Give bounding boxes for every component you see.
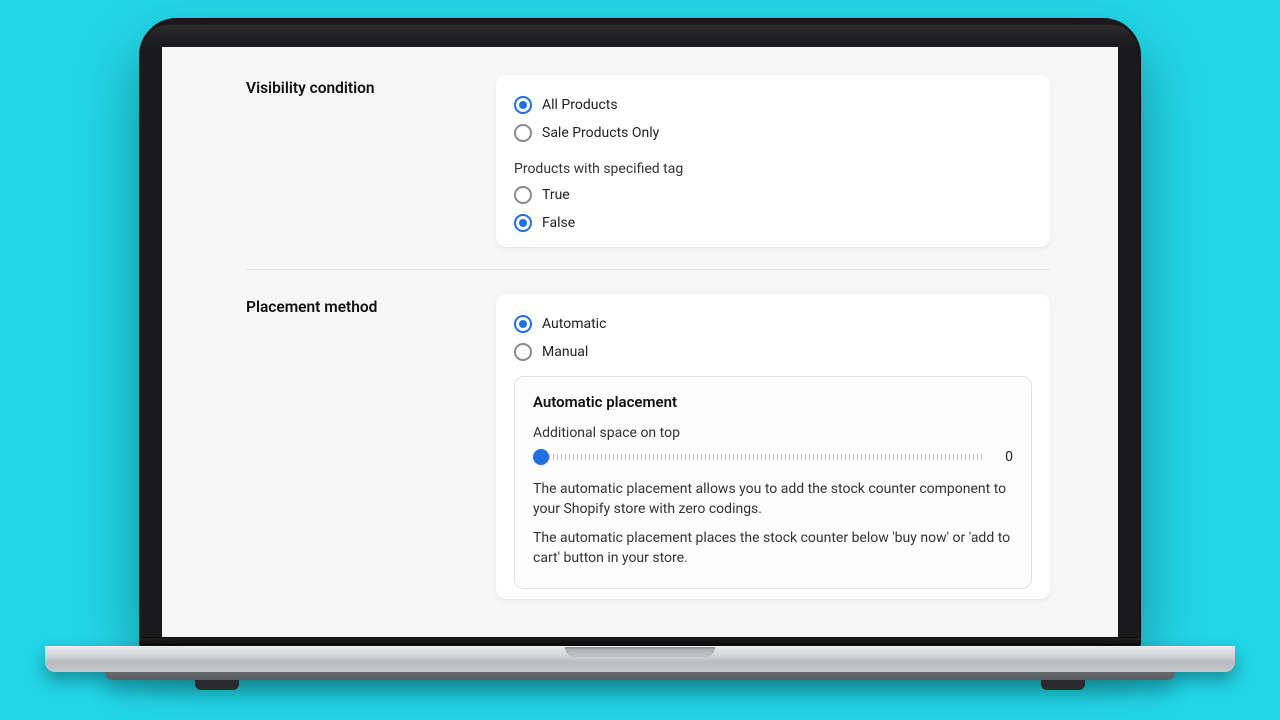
visibility-radio-all-products[interactable]: All Products: [514, 91, 1032, 119]
laptop-base: [45, 646, 1235, 694]
tag-radio-false[interactable]: False: [514, 209, 1032, 237]
base-edge: [105, 672, 1175, 680]
radio-icon: [514, 214, 532, 232]
radio-label: True: [542, 187, 570, 203]
auto-description-2: The automatic placement places the stock…: [533, 528, 1013, 569]
hinge: [139, 638, 1141, 646]
slider-track-icon: [541, 454, 983, 460]
visibility-title: Visibility condition: [246, 75, 496, 97]
automatic-placement-subcard: Automatic placement Additional space on …: [514, 376, 1032, 589]
radio-label: False: [542, 215, 575, 231]
radio-label: Sale Products Only: [542, 125, 659, 141]
screen: Visibility condition All Products Sale P…: [162, 47, 1118, 637]
feet: [45, 680, 1235, 694]
placement-radio-manual[interactable]: Manual: [514, 338, 1032, 366]
tag-subheading: Products with specified tag: [514, 161, 1032, 177]
foot-right-icon: [1041, 680, 1085, 690]
slider-value: 0: [999, 449, 1013, 465]
radio-icon: [514, 315, 532, 333]
placement-title: Placement method: [246, 294, 496, 316]
radio-label: Automatic: [542, 316, 606, 332]
visibility-radio-sale-products-only[interactable]: Sale Products Only: [514, 119, 1032, 147]
base-top: [45, 646, 1235, 672]
laptop-mockup: Visibility condition All Products Sale P…: [139, 18, 1141, 694]
radio-label: All Products: [542, 97, 618, 113]
trackpad-notch-icon: [565, 647, 715, 657]
tag-radio-true[interactable]: True: [514, 181, 1032, 209]
space-slider-row: 0: [533, 449, 1013, 465]
auto-heading: Automatic placement: [533, 393, 1013, 411]
slider-label: Additional space on top: [533, 425, 1013, 441]
auto-description-1: The automatic placement allows you to ad…: [533, 479, 1013, 520]
visibility-section: Visibility condition All Products Sale P…: [246, 75, 1050, 247]
radio-icon: [514, 186, 532, 204]
radio-icon: [514, 124, 532, 142]
foot-left-icon: [195, 680, 239, 690]
slider-thumb-icon: [533, 449, 549, 465]
radio-label: Manual: [542, 344, 588, 360]
placement-card: Automatic Manual Automatic placement Add…: [496, 294, 1050, 599]
screen-bezel: Visibility condition All Products Sale P…: [139, 18, 1141, 638]
settings-content: Visibility condition All Products Sale P…: [162, 47, 1118, 627]
visibility-card: All Products Sale Products Only Products…: [496, 75, 1050, 247]
radio-icon: [514, 96, 532, 114]
space-slider[interactable]: [533, 449, 983, 465]
radio-icon: [514, 343, 532, 361]
placement-section: Placement method Automatic Manual Automa…: [246, 269, 1050, 599]
placement-radio-automatic[interactable]: Automatic: [514, 310, 1032, 338]
